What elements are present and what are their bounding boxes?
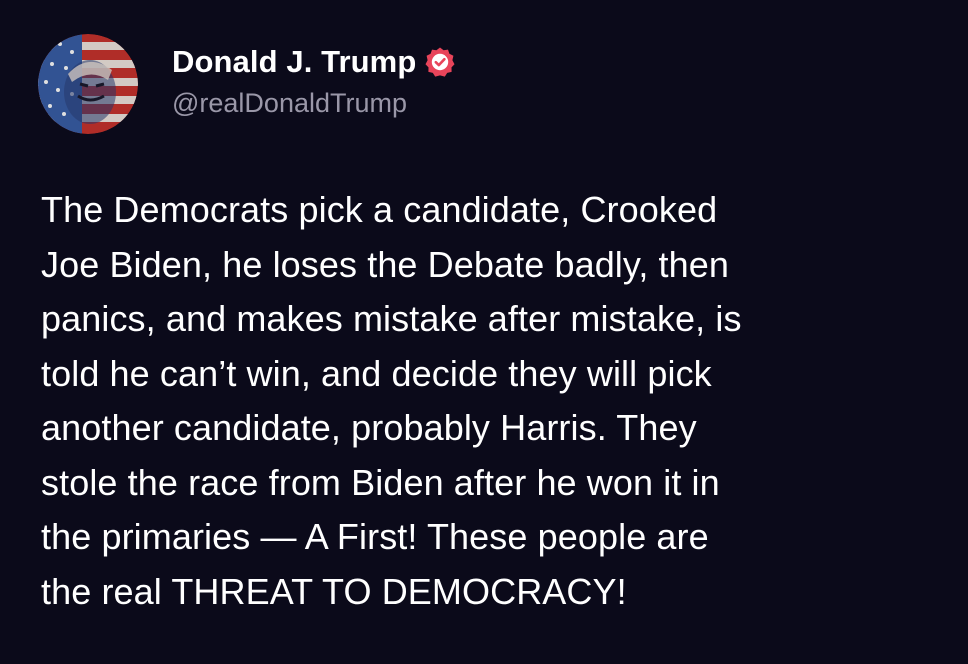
author-identity: Donald J. Trump @realDonaldTrump xyxy=(172,44,456,119)
name-row: Donald J. Trump xyxy=(172,44,456,80)
post-body: The Democrats pick a candidate, Crooked … xyxy=(41,183,941,619)
post-line: the primaries — A First! These people ar… xyxy=(41,516,709,557)
post-header: Donald J. Trump @realDonaldTrump xyxy=(38,34,456,134)
post-card: Donald J. Trump @realDonaldTrump The Dem… xyxy=(0,0,968,664)
author-handle[interactable]: @realDonaldTrump xyxy=(172,88,456,119)
post-line: Joe Biden, he loses the Debate badly, th… xyxy=(41,243,730,285)
avatar[interactable] xyxy=(38,34,138,134)
verified-badge-icon xyxy=(424,46,456,78)
post-line: The Democrats pick a candidate, Crooked xyxy=(41,189,718,230)
post-line: told he can’t win, and decide they will … xyxy=(41,352,712,394)
post-line: stole the race from Biden after he won i… xyxy=(41,461,720,503)
display-name[interactable]: Donald J. Trump xyxy=(172,44,416,80)
post-line: the real THREAT TO DEMOCRACY! xyxy=(41,570,627,612)
post-line: panics, and makes mistake after mistake,… xyxy=(41,298,742,339)
post-line: another candidate, probably Harris. They xyxy=(41,407,697,448)
